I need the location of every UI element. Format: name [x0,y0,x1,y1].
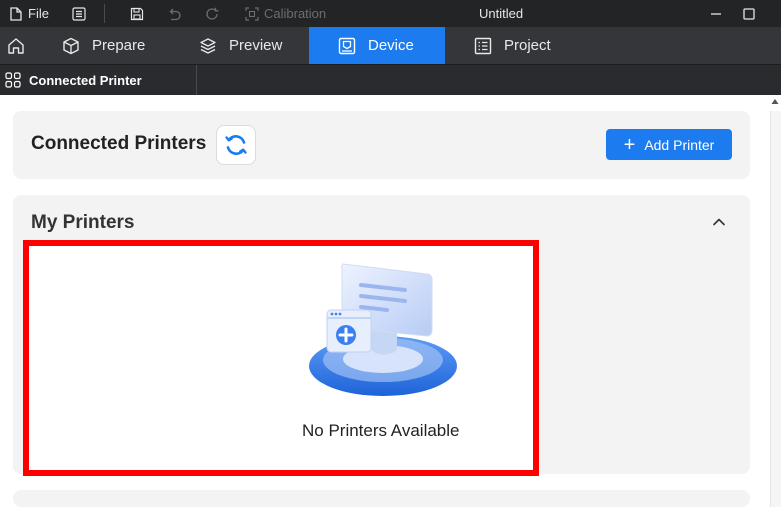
title-bar: File Calibration Untitled [0,0,781,27]
calibration-label: Calibration [264,6,327,21]
file-menu[interactable]: File [10,0,49,27]
empty-state-message: No Printers Available [302,421,460,440]
no-printer-illustration [303,256,463,406]
refresh-icon [223,132,249,158]
tab-device-label: Device [368,37,414,54]
redo-icon[interactable] [205,0,220,27]
window-title: Untitled [479,6,524,21]
refresh-button[interactable] [216,125,256,165]
layers-icon [199,37,217,55]
toolbar-divider [104,4,105,23]
project-list-icon [474,37,492,55]
sub-tab-bar: Connected Printer [0,64,781,95]
grid-icon [5,72,21,88]
file-menu-label: File [28,6,49,21]
plus-icon: + [623,133,636,156]
home-icon [7,37,25,55]
undo-icon[interactable] [167,0,182,27]
maximize-icon[interactable] [743,0,755,27]
calibration-menu[interactable]: Calibration [245,0,326,27]
main-tab-bar: Prepare Preview Device Project [0,27,781,64]
tab-device[interactable]: Device [309,27,445,64]
vertical-scrollbar[interactable] [770,111,781,507]
minimize-icon[interactable] [709,0,723,27]
cube-icon [62,37,80,55]
calibration-icon [245,6,259,21]
scroll-up-arrow-icon[interactable] [769,95,781,107]
tab-project-label: Project [504,37,551,54]
save-icon[interactable] [130,0,144,27]
next-section-card [13,490,750,507]
add-printer-button[interactable]: + Add Printer [606,129,732,160]
home-tab[interactable] [0,27,32,64]
chevron-up-icon[interactable] [710,213,728,231]
connected-printer-label: Connected Printer [29,72,142,88]
tab-prepare-label: Prepare [92,37,146,54]
my-printers-title: My Printers [31,212,135,233]
file-icon [10,6,22,21]
tab-project[interactable]: Project [445,27,585,64]
add-printer-label: Add Printer [644,136,715,153]
tab-preview-label: Preview [229,37,283,54]
device-icon [338,37,356,55]
tab-connected-printer[interactable]: Connected Printer [0,65,197,95]
hamburger-menu-icon[interactable] [72,0,86,27]
connected-printers-title: Connected Printers [31,133,207,154]
tab-prepare[interactable]: Prepare [32,27,172,64]
tab-preview[interactable]: Preview [172,27,309,64]
